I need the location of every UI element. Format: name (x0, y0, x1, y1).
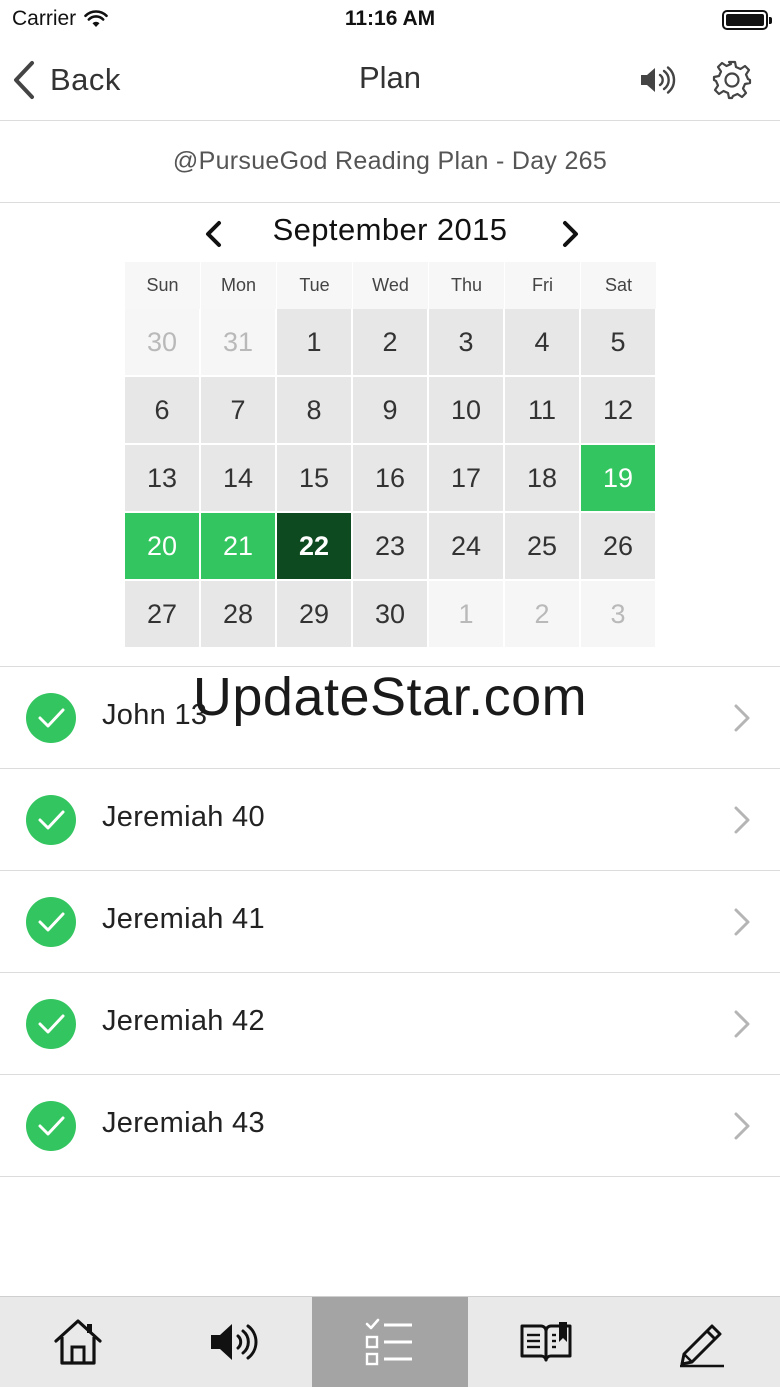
calendar-day[interactable]: 1 (429, 581, 505, 649)
weekday-header: Sun Mon Tue Wed Thu Fri Sat (125, 262, 657, 309)
chevron-right-icon (734, 908, 750, 936)
calendar-day[interactable]: 24 (429, 513, 505, 581)
calendar-day[interactable]: 7 (201, 377, 277, 445)
weekday-label: Sun (125, 262, 201, 309)
calendar-day[interactable]: 16 (353, 445, 429, 513)
reading-label: John 13 (102, 699, 208, 731)
calendar-day[interactable]: 2 (505, 581, 581, 649)
calendar-day-today[interactable]: 22 (277, 513, 353, 581)
back-button[interactable]: Back (12, 58, 121, 102)
calendar-day[interactable]: 18 (505, 445, 581, 513)
weekday-label: Thu (429, 262, 505, 309)
calendar-day[interactable]: 6 (125, 377, 201, 445)
calendar-day[interactable]: 11 (505, 377, 581, 445)
checkmark-circle-icon (26, 999, 76, 1049)
reading-label: Jeremiah 42 (102, 1005, 265, 1037)
checkmark-circle-icon (26, 693, 76, 743)
weekday-label: Fri (505, 262, 581, 309)
chevron-right-icon (734, 704, 750, 732)
reading-item[interactable]: Jeremiah 41 (0, 871, 780, 973)
audio-button[interactable] (636, 60, 676, 100)
calendar-day[interactable]: 29 (277, 581, 353, 649)
calendar-day[interactable]: 1 (277, 309, 353, 377)
checkmark-circle-icon (26, 1101, 76, 1151)
calendar-day[interactable]: 14 (201, 445, 277, 513)
month-nav: September 2015 (0, 204, 780, 262)
tab-notes[interactable] (624, 1297, 780, 1387)
checkmark-circle-icon (26, 897, 76, 947)
status-bar: Carrier 11:16 AM (0, 0, 780, 40)
home-icon (54, 1319, 102, 1365)
book-icon (520, 1322, 572, 1362)
calendar-day[interactable]: 5 (581, 309, 657, 377)
calendar-day[interactable]: 31 (201, 309, 277, 377)
tab-home[interactable] (0, 1297, 156, 1387)
battery-icon (722, 10, 772, 30)
status-time: 11:16 AM (344, 7, 436, 30)
calendar-day[interactable]: 8 (277, 377, 353, 445)
reading-item[interactable]: John 13 (0, 667, 780, 769)
reading-item[interactable]: Jeremiah 40 (0, 769, 780, 871)
chevron-right-icon (734, 1010, 750, 1038)
calendar-day[interactable]: 20 (125, 513, 201, 581)
calendar-day[interactable]: 3 (429, 309, 505, 377)
weekday-label: Mon (201, 262, 277, 309)
calendar-day[interactable]: 10 (429, 377, 505, 445)
calendar-day[interactable]: 23 (353, 513, 429, 581)
calendar-day[interactable]: 9 (353, 377, 429, 445)
tab-bible[interactable] (468, 1297, 624, 1387)
calendar-day[interactable]: 27 (125, 581, 201, 649)
weekday-label: Tue (277, 262, 353, 309)
chevron-left-icon (14, 61, 34, 99)
calendar-day[interactable]: 30 (125, 309, 201, 377)
weekday-label: Wed (353, 262, 429, 309)
reading-item[interactable]: Jeremiah 43 (0, 1075, 780, 1177)
calendar: Sun Mon Tue Wed Thu Fri Sat 30 31 1 2 3 4 5 6 7 8 9 10 11 1… (125, 262, 657, 649)
calendar-day[interactable]: 4 (505, 309, 581, 377)
calendar-day[interactable]: 17 (429, 445, 505, 513)
month-title: September 2015 (272, 212, 508, 247)
settings-button[interactable] (710, 58, 754, 102)
weekday-label: Sat (581, 262, 657, 309)
calendar-day[interactable]: 12 (581, 377, 657, 445)
reading-list: John 13 Jeremiah 40 Jeremiah 41 Jeremiah 42… (0, 666, 780, 1177)
calendar-day[interactable]: 26 (581, 513, 657, 581)
reading-label: Jeremiah 41 (102, 903, 265, 935)
calendar-grid: 30 31 1 2 3 4 5 6 7 8 9 10 11 12 13 14 15 16 17 18 19 20 21 22 2… (125, 309, 657, 649)
calendar-day[interactable]: 21 (201, 513, 277, 581)
reading-item[interactable]: Jeremiah 42 (0, 973, 780, 1075)
calendar-day[interactable]: 15 (277, 445, 353, 513)
checklist-icon (365, 1318, 412, 1366)
calendar-day[interactable]: 25 (505, 513, 581, 581)
back-label: Back (50, 62, 121, 97)
chevron-right-icon (734, 806, 750, 834)
calendar-day[interactable]: 13 (125, 445, 201, 513)
pencil-icon (680, 1324, 724, 1368)
tab-bar (0, 1296, 780, 1387)
gear-icon (712, 60, 752, 100)
speaker-icon (211, 1324, 258, 1360)
checkmark-circle-icon (26, 795, 76, 845)
calendar-day[interactable]: 3 (581, 581, 657, 649)
calendar-day[interactable]: 28 (201, 581, 277, 649)
plan-title: @PursueGod Reading Plan - Day 265 (172, 147, 608, 175)
chevron-right-icon (734, 1112, 750, 1140)
calendar-day[interactable]: 2 (353, 309, 429, 377)
calendar-day[interactable]: 30 (353, 581, 429, 649)
chevron-right-icon (563, 221, 578, 247)
tab-plan[interactable] (312, 1297, 468, 1387)
reading-label: Jeremiah 40 (102, 801, 265, 833)
next-month-button[interactable] (550, 214, 590, 254)
reading-label: Jeremiah 43 (102, 1107, 265, 1139)
nav-bar: Back Plan (0, 40, 780, 121)
plan-header: @PursueGod Reading Plan - Day 265 (0, 121, 780, 203)
calendar-day[interactable]: 19 (581, 445, 657, 513)
speaker-icon (641, 66, 676, 94)
tab-audio[interactable] (156, 1297, 312, 1387)
